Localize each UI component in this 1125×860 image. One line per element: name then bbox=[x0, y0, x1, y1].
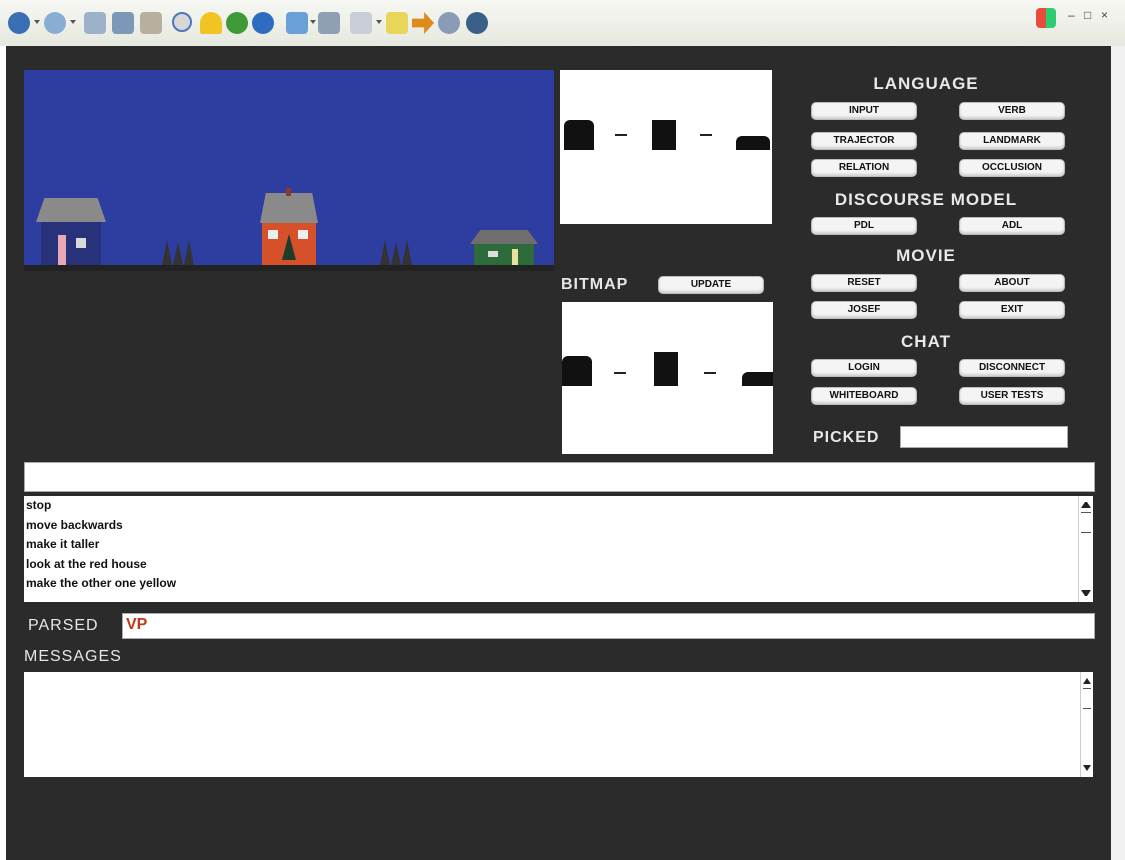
disconnect-button[interactable]: DISCONNECT bbox=[959, 359, 1065, 377]
scroll-up-icon[interactable] bbox=[1081, 502, 1091, 508]
command-history[interactable]: stop move backwards make it taller look … bbox=[24, 496, 1093, 602]
mail-icon[interactable] bbox=[286, 12, 308, 34]
scene-view[interactable] bbox=[24, 70, 554, 271]
search-icon[interactable] bbox=[172, 12, 192, 32]
application-area: BITMAP UPDATE LANGUAGE INPUT VERB TRAJEC… bbox=[6, 46, 1111, 860]
stop-icon[interactable] bbox=[84, 12, 106, 34]
refresh-icon[interactable] bbox=[112, 12, 134, 34]
home-icon[interactable] bbox=[140, 12, 162, 34]
messages-scrollbar[interactable] bbox=[1080, 672, 1093, 777]
arrow-icon[interactable] bbox=[412, 12, 434, 34]
parsed-value: VP bbox=[126, 616, 148, 633]
back-icon[interactable] bbox=[8, 12, 30, 34]
pdl-button[interactable]: PDL bbox=[811, 217, 917, 235]
scroll-down-icon[interactable] bbox=[1081, 590, 1091, 596]
globe-icon[interactable] bbox=[226, 12, 248, 34]
bitmap-view bbox=[562, 302, 773, 454]
login-button[interactable]: LOGIN bbox=[811, 359, 917, 377]
windows-logo-icon bbox=[1036, 8, 1056, 28]
scroll-thumb[interactable] bbox=[1081, 512, 1091, 513]
scroll-thumb-bottom bbox=[1083, 708, 1091, 709]
adl-button[interactable]: ADL bbox=[959, 217, 1065, 235]
close-button[interactable]: × bbox=[1101, 8, 1108, 22]
verb-button[interactable]: VERB bbox=[959, 102, 1065, 120]
discourse-model-heading: DISCOURSE MODEL bbox=[834, 190, 1018, 209]
mail-dropdown-icon[interactable] bbox=[310, 20, 316, 24]
messenger-icon[interactable] bbox=[438, 12, 460, 34]
scene-thumbnail-top bbox=[560, 70, 772, 224]
scroll-up-icon[interactable] bbox=[1083, 678, 1091, 684]
history-item[interactable]: move backwards bbox=[24, 516, 1093, 536]
relation-button[interactable]: RELATION bbox=[811, 159, 917, 177]
parsed-field: VP bbox=[122, 613, 1095, 639]
history-icon[interactable] bbox=[252, 12, 274, 34]
tree-group bbox=[380, 240, 414, 265]
window-scrollbar[interactable] bbox=[1111, 46, 1125, 860]
picked-field bbox=[900, 426, 1068, 448]
history-scrollbar[interactable] bbox=[1078, 496, 1093, 602]
media-icon[interactable] bbox=[466, 12, 488, 34]
messages-label: MESSAGES bbox=[24, 648, 122, 665]
update-button[interactable]: UPDATE bbox=[658, 276, 764, 294]
history-item[interactable]: look at the red house bbox=[24, 555, 1093, 575]
favorites-icon[interactable] bbox=[200, 12, 222, 34]
scroll-thumb[interactable] bbox=[1083, 688, 1091, 689]
movie-heading: MOVIE bbox=[896, 246, 956, 265]
command-input[interactable] bbox=[24, 462, 1095, 492]
history-item[interactable]: stop bbox=[24, 496, 1093, 516]
josef-button[interactable]: JOSEF bbox=[811, 301, 917, 319]
edit-icon[interactable] bbox=[350, 12, 372, 34]
trajector-button[interactable]: TRAJECTOR bbox=[811, 132, 917, 150]
forward-icon[interactable] bbox=[44, 12, 66, 34]
messages-area[interactable] bbox=[24, 672, 1093, 777]
scroll-thumb-bottom bbox=[1081, 532, 1091, 533]
restore-button[interactable]: □ bbox=[1084, 8, 1091, 22]
whiteboard-button[interactable]: WHITEBOARD bbox=[811, 387, 917, 405]
red-house[interactable] bbox=[260, 188, 318, 265]
forward-dropdown-icon[interactable] bbox=[70, 20, 76, 24]
picked-label: PICKED bbox=[813, 429, 880, 446]
parsed-label: PARSED bbox=[28, 617, 99, 634]
landmark-button[interactable]: LANDMARK bbox=[959, 132, 1065, 150]
bitmap-label: BITMAP bbox=[561, 276, 629, 293]
about-button[interactable]: ABOUT bbox=[959, 274, 1065, 292]
green-house[interactable] bbox=[470, 230, 538, 265]
tree-group bbox=[162, 240, 196, 265]
note-icon[interactable] bbox=[386, 12, 408, 34]
browser-toolbar: – □ × bbox=[0, 0, 1125, 46]
edit-dropdown-icon[interactable] bbox=[376, 20, 382, 24]
occlusion-button[interactable]: OCCLUSION bbox=[959, 159, 1065, 177]
blue-house[interactable] bbox=[36, 198, 106, 265]
back-dropdown-icon[interactable] bbox=[34, 20, 40, 24]
user-tests-button[interactable]: USER TESTS bbox=[959, 387, 1065, 405]
ground bbox=[24, 265, 554, 271]
language-heading: LANGUAGE bbox=[873, 74, 979, 93]
history-item[interactable]: make the other one yellow bbox=[24, 574, 1093, 594]
chat-heading: CHAT bbox=[901, 332, 951, 351]
exit-button[interactable]: EXIT bbox=[959, 301, 1065, 319]
reset-button[interactable]: RESET bbox=[811, 274, 917, 292]
history-item[interactable]: make it taller bbox=[24, 535, 1093, 555]
print-icon[interactable] bbox=[318, 12, 340, 34]
minimize-button[interactable]: – bbox=[1068, 8, 1075, 22]
scroll-down-icon[interactable] bbox=[1083, 765, 1091, 771]
input-button[interactable]: INPUT bbox=[811, 102, 917, 120]
